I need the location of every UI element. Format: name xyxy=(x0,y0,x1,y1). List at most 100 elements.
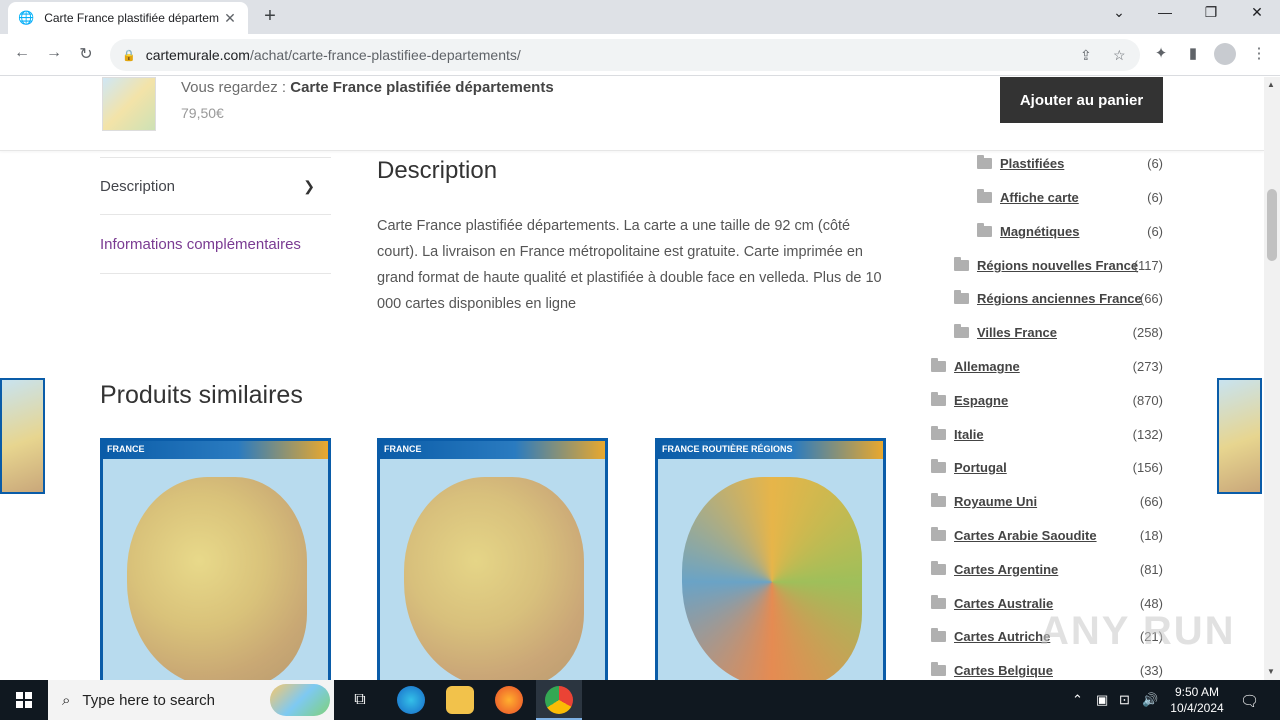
folder-icon xyxy=(977,223,992,237)
category-item[interactable]: Italie xyxy=(931,426,984,442)
category-item[interactable]: Cartes Autriche xyxy=(931,628,1050,644)
category-name[interactable]: Espagne xyxy=(954,393,1008,408)
category-name[interactable]: Cartes Arabie Saoudite xyxy=(954,528,1097,543)
category-name[interactable]: Cartes Autriche xyxy=(954,629,1050,644)
scroll-up-icon[interactable]: ▲ xyxy=(1267,80,1275,89)
menu-kebab-icon[interactable]: ⋮ xyxy=(1248,44,1270,62)
category-name[interactable]: Cartes Belgique xyxy=(954,663,1053,678)
category-count: (117) xyxy=(1133,258,1163,273)
folder-open-icon xyxy=(977,155,992,169)
network-icon[interactable]: ⊡ xyxy=(1119,692,1130,708)
file-explorer-icon[interactable] xyxy=(446,686,474,714)
folder-icon xyxy=(954,324,969,338)
add-to-cart-button[interactable]: Ajouter au panier xyxy=(1000,77,1163,123)
windows-taskbar: ⌕ Type here to search ⧉ ⌃ ▣ ⊡ 🔊 9:50 AM … xyxy=(0,680,1280,720)
notifications-icon[interactable]: 🗨 xyxy=(1240,692,1259,710)
tray-app-icon[interactable]: ▣ xyxy=(1096,692,1108,708)
folder-icon xyxy=(977,189,992,203)
tab-additional-information[interactable]: Informations complémentaires xyxy=(100,216,331,274)
folder-icon xyxy=(931,392,946,406)
browser-tab[interactable]: 🌐 Carte France plastifiée départem ✕ xyxy=(8,2,248,34)
start-button[interactable] xyxy=(0,680,48,720)
category-item[interactable]: Cartes Australie xyxy=(931,595,1053,611)
product-thumbnail xyxy=(102,77,156,131)
france-regions-map-image xyxy=(682,477,862,680)
bookmark-star-icon[interactable]: ☆ xyxy=(1113,47,1126,64)
category-count: (66) xyxy=(1139,494,1163,509)
clock-date: 10/4/2024 xyxy=(1170,701,1224,715)
carousel-next-thumbnail[interactable] xyxy=(1217,378,1262,494)
folder-icon xyxy=(931,628,946,642)
side-panel-icon[interactable]: ▮ xyxy=(1182,44,1204,62)
category-count: (33) xyxy=(1139,663,1163,678)
category-name[interactable]: Cartes Argentine xyxy=(954,562,1058,577)
folder-icon xyxy=(931,426,946,440)
folder-icon xyxy=(931,358,946,372)
category-item[interactable]: Cartes Belgique xyxy=(931,662,1053,678)
category-name[interactable]: Allemagne xyxy=(954,359,1020,374)
tab-title: Carte France plastifiée départem xyxy=(44,11,219,25)
forward-icon[interactable]: → xyxy=(43,44,65,62)
close-window-icon[interactable]: ✕ xyxy=(1245,4,1269,21)
category-item[interactable]: Cartes Arabie Saoudite xyxy=(931,527,1097,543)
category-name[interactable]: Cartes Australie xyxy=(954,596,1053,611)
share-icon[interactable]: ⇪ xyxy=(1080,47,1092,64)
new-tab-icon[interactable]: + xyxy=(258,5,282,28)
tab-search-icon[interactable]: ⌄ xyxy=(1107,4,1131,21)
category-item[interactable]: Magnétiques xyxy=(977,223,1079,239)
category-item[interactable]: Cartes Argentine xyxy=(931,561,1058,577)
category-item[interactable]: Allemagne xyxy=(931,358,1020,374)
taskbar-clock[interactable]: 9:50 AM 10/4/2024 xyxy=(1162,684,1232,716)
page-scrollbar[interactable]: ▲ ▼ xyxy=(1264,77,1280,680)
tab-additional-label: Informations complémentaires xyxy=(100,236,301,253)
scroll-thumb[interactable] xyxy=(1267,189,1277,261)
category-item[interactable]: Affiche carte xyxy=(977,189,1079,205)
similar-product-card[interactable]: FRANCE ROUTIÈRE RÉGIONS xyxy=(655,438,886,680)
back-icon[interactable]: ← xyxy=(11,44,33,62)
category-name[interactable]: Plastifiées xyxy=(1000,156,1064,171)
category-count: (18) xyxy=(1139,528,1163,543)
taskbar-search-box[interactable]: ⌕ Type here to search xyxy=(48,680,334,720)
search-highlights-icon xyxy=(270,684,330,716)
tray-chevron-icon[interactable]: ⌃ xyxy=(1072,692,1083,708)
category-item[interactable]: Villes France xyxy=(954,324,1057,340)
category-item[interactable]: Royaume Uni xyxy=(931,493,1037,509)
close-tab-icon[interactable]: ✕ xyxy=(222,10,238,27)
task-view-icon[interactable]: ⧉ xyxy=(346,686,374,714)
reload-icon[interactable]: ↻ xyxy=(75,44,97,64)
folder-icon xyxy=(954,257,969,271)
tab-description-label: Description xyxy=(100,177,176,195)
restore-icon[interactable]: ❐ xyxy=(1199,4,1223,21)
france-map-image xyxy=(127,477,307,680)
profile-avatar[interactable] xyxy=(1214,43,1236,65)
carousel-prev-thumbnail[interactable] xyxy=(0,378,45,494)
category-name[interactable]: Italie xyxy=(954,427,984,442)
chrome-icon[interactable] xyxy=(545,686,573,714)
category-name[interactable]: Royaume Uni xyxy=(954,494,1037,509)
firefox-icon[interactable] xyxy=(495,686,523,714)
product-price: 79,50€ xyxy=(181,105,224,121)
globe-icon: 🌐 xyxy=(18,10,35,25)
viewing-prefix: Vous regardez : xyxy=(181,79,291,96)
similar-product-card[interactable]: FRANCE xyxy=(377,438,608,680)
folder-icon xyxy=(931,662,946,676)
edge-icon[interactable] xyxy=(397,686,425,714)
extensions-icon[interactable]: ✦ xyxy=(1150,44,1172,62)
address-bar[interactable]: 🔒 cartemurale.com/achat/carte-france-pla… xyxy=(110,39,1140,71)
product-map-header: FRANCE xyxy=(103,441,328,459)
volume-icon[interactable]: 🔊 xyxy=(1142,692,1158,708)
category-name[interactable]: Affiche carte xyxy=(1000,190,1079,205)
category-name[interactable]: Villes France xyxy=(977,325,1057,340)
category-count: (6) xyxy=(1147,224,1163,239)
category-name[interactable]: Magnétiques xyxy=(1000,224,1079,239)
scroll-down-icon[interactable]: ▼ xyxy=(1267,667,1275,676)
minimize-icon[interactable]: — xyxy=(1153,4,1177,20)
category-item[interactable]: Plastifiées xyxy=(977,155,1064,171)
tab-description[interactable]: Description ❯ xyxy=(100,157,331,215)
category-item[interactable]: Espagne xyxy=(931,392,1008,408)
category-name[interactable]: Portugal xyxy=(954,460,1007,475)
similar-product-card[interactable]: FRANCE xyxy=(100,438,331,680)
folder-icon xyxy=(931,459,946,473)
category-count: (66) xyxy=(1139,291,1163,306)
category-item[interactable]: Portugal xyxy=(931,459,1007,475)
